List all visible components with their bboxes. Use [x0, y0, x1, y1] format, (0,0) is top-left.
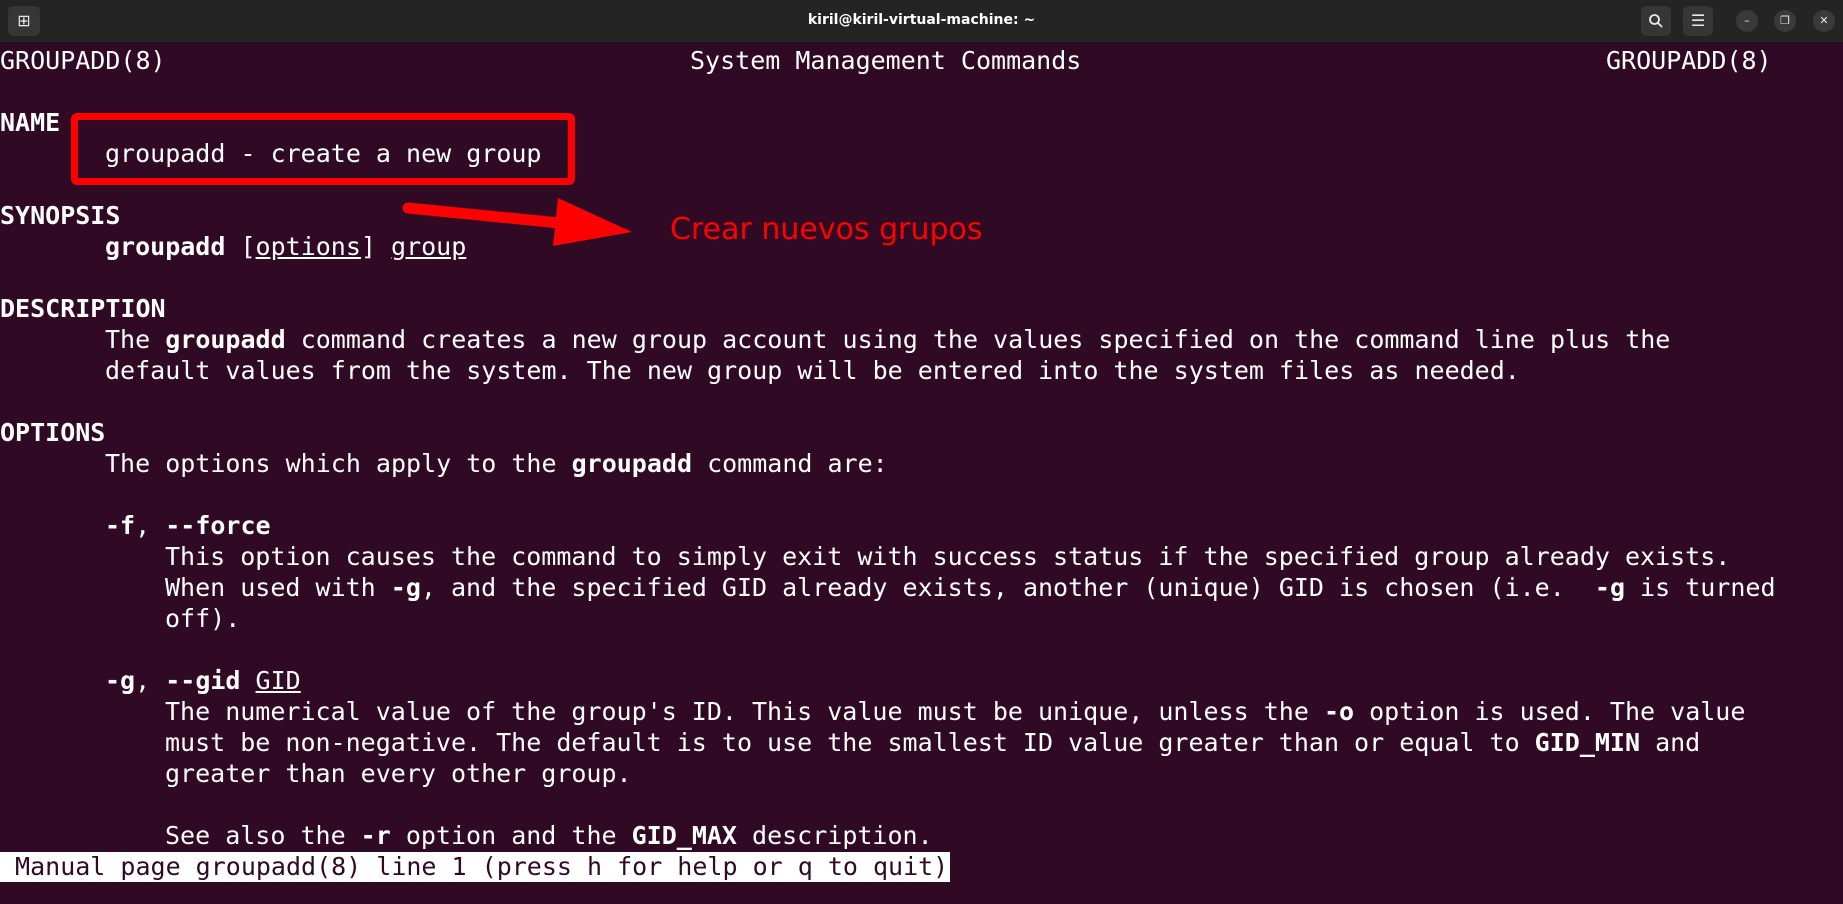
search-button[interactable] — [1641, 6, 1671, 36]
restore-button[interactable]: ❐ — [1774, 10, 1796, 32]
minimize-button[interactable]: – — [1736, 10, 1758, 32]
text: , — [135, 666, 166, 695]
new-tab-icon: ⊞ — [17, 11, 31, 30]
window-title: kiril@kiril-virtual-machine: ~ — [807, 12, 1036, 28]
option-long: --gid — [165, 666, 241, 695]
option-ref: -o — [1323, 697, 1355, 726]
force-line-2: When used with -g, and the specified GID… — [165, 572, 1776, 603]
text: option is used. The value — [1354, 697, 1746, 726]
description-heading: DESCRIPTION — [0, 294, 166, 323]
option-force: -f, --force — [105, 510, 271, 541]
description-line-2: default values from the system. The new … — [105, 356, 1520, 385]
text: The — [105, 325, 166, 354]
synopsis-bracket-open: [ — [240, 232, 256, 261]
description-line-1: The groupadd command creates a new group… — [105, 324, 1670, 355]
minimize-icon: – — [1744, 14, 1750, 27]
title-bar: ⊞ kiril@kiril-virtual-machine: ~ ☰ – ❐ ✕ — [0, 0, 1843, 42]
setting-ref: GID_MIN — [1534, 728, 1641, 757]
option-argument: GID — [255, 666, 301, 695]
text: , and the specified GID already exists, … — [420, 573, 1595, 602]
text: option and the — [390, 821, 632, 850]
option-short: -g — [105, 666, 136, 695]
options-heading: OPTIONS — [0, 418, 106, 447]
synopsis-command: groupadd — [105, 232, 226, 261]
highlight-box — [71, 113, 575, 185]
text: and — [1640, 728, 1701, 757]
text: command creates a new group account usin… — [285, 325, 1671, 354]
text: description. — [736, 821, 933, 850]
synopsis-options: options — [255, 232, 361, 261]
man-header-left: GROUPADD(8) — [0, 46, 166, 75]
pager-status-bar: Manual page groupadd(8) line 1 (press h … — [0, 852, 951, 882]
text: must be non-negative. The default is to … — [165, 728, 1535, 757]
synopsis-bracket-close: ] — [360, 232, 376, 261]
option-ref: -g — [390, 573, 421, 602]
annotation-label: Crear nuevos grupos — [670, 212, 983, 247]
text — [240, 666, 255, 695]
text: When used with — [165, 573, 391, 602]
new-tab-button[interactable]: ⊞ — [8, 6, 40, 36]
close-icon: ✕ — [1819, 14, 1829, 27]
force-line-1: This option causes the command to simply… — [165, 542, 1731, 571]
close-button[interactable]: ✕ — [1813, 10, 1835, 32]
text: See also the — [165, 821, 361, 850]
gid-line-1: The numerical value of the group's ID. T… — [165, 696, 1745, 727]
man-header-right: GROUPADD(8) — [1606, 46, 1772, 75]
command-ref: groupadd — [165, 325, 286, 354]
text: command are: — [692, 449, 888, 478]
search-icon — [1649, 14, 1663, 28]
text: , — [135, 511, 166, 540]
command-ref: groupadd — [571, 449, 693, 478]
option-long: --force — [165, 511, 271, 540]
text: The options which apply to the — [105, 449, 572, 478]
option-ref: -r — [360, 821, 391, 850]
gid-line-3: greater than every other group. — [165, 759, 632, 788]
gid-line-2: must be non-negative. The default is to … — [165, 727, 1700, 758]
options-intro: The options which apply to the groupadd … — [105, 448, 888, 479]
menu-button[interactable]: ☰ — [1683, 6, 1713, 36]
setting-ref: GID_MAX — [631, 821, 737, 850]
option-gid: -g, --gid GID — [105, 665, 301, 696]
text: The numerical value of the group's ID. T… — [165, 697, 1324, 726]
restore-icon: ❐ — [1780, 14, 1790, 27]
synopsis-heading: SYNOPSIS — [0, 201, 121, 230]
hamburger-menu-icon: ☰ — [1690, 11, 1706, 30]
force-line-3: off). — [165, 604, 241, 633]
name-heading: NAME — [0, 108, 61, 137]
see-also-line: See also the -r option and the GID_MAX d… — [165, 820, 933, 851]
option-short: -f — [105, 511, 136, 540]
arrow-icon — [402, 198, 632, 246]
man-header-center: System Management Commands — [690, 46, 1082, 75]
option-ref: -g — [1594, 573, 1625, 602]
text: is turned — [1625, 573, 1776, 602]
